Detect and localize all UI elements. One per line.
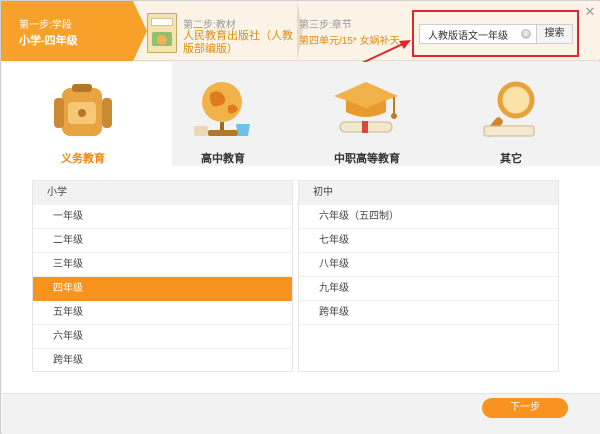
search-highlight-box: ⊗ 搜索 [412,10,579,57]
next-step-button[interactable]: 下一步 [482,398,568,418]
panel-header: 初中 [299,181,558,205]
step-2-label: 第二步:教材 [183,20,236,31]
primary-school-panel: 小学 一年级 二年级 三年级 四年级 五年级 六年级 跨年级 [32,180,293,372]
textbook-cover-icon [147,13,177,53]
category-label: 高中教育 [201,153,245,165]
grade-item[interactable]: 跨年级 [33,349,292,373]
step-2-textbook[interactable]: 第二步:教材 人民教育出版社（人教版部编版） [147,1,303,61]
category-strip: 义务教育 高中教育 中职高等教育 其它 [2,62,600,166]
grade-item-selected[interactable]: 四年级 [33,277,292,301]
grade-item[interactable]: 一年级 [33,205,292,229]
category-compulsory-education[interactable]: 义务教育 [28,62,138,166]
category-label: 义务教育 [61,153,105,165]
category-other[interactable]: 其它 [456,62,566,166]
search-input-wrapper: ⊗ [419,24,537,44]
grade-item[interactable]: 九年级 [299,277,558,301]
search-input[interactable] [420,25,520,43]
step-1-grade[interactable]: 第一步:学段 小学-四年级 [1,1,147,61]
panel-header: 小学 [33,181,292,205]
grade-item[interactable]: 六年级（五四制） [299,205,558,229]
backpack-icon [54,84,112,136]
grade-item[interactable]: 二年级 [33,229,292,253]
globe-icon [194,82,250,136]
grade-item[interactable]: 六年级 [33,325,292,349]
middle-school-panel: 初中 六年级（五四制） 七年级 八年级 九年级 跨年级 [298,180,559,372]
category-vocational-higher-education[interactable]: 中职高等教育 [312,62,422,166]
grade-item[interactable]: 七年级 [299,229,558,253]
category-high-school[interactable]: 高中教育 [168,62,278,166]
grade-item[interactable]: 八年级 [299,253,558,277]
grade-item[interactable]: 三年级 [33,253,292,277]
clear-icon[interactable]: ⊗ [521,29,531,39]
magnifier-icon [483,81,535,137]
search-button[interactable]: 搜索 [537,24,573,44]
grade-selection-area: 小学 一年级 二年级 三年级 四年级 五年级 六年级 跨年级 初中 六年级（五四… [2,166,600,393]
graduation-cap-icon [334,82,398,133]
step-1-label: 第一步:学段 [19,20,72,31]
dialog-footer: 下一步 [2,393,600,434]
step-2-value: 人民教育出版社（人教版部编版） [183,30,293,55]
textbook-selector-dialog: 第一步:学段 小学-四年级 第二步:教材 人民教育出版社（人教版部编版） 第三步… [0,0,600,434]
close-icon[interactable]: ✕ [584,5,596,18]
step-1-value: 小学-四年级 [19,35,78,47]
grade-item[interactable]: 跨年级 [299,301,558,325]
category-label: 中职高等教育 [334,153,400,165]
category-label: 其它 [500,153,522,165]
grade-item[interactable]: 五年级 [33,301,292,325]
step-3-label: 第三步:章节 [299,20,352,31]
